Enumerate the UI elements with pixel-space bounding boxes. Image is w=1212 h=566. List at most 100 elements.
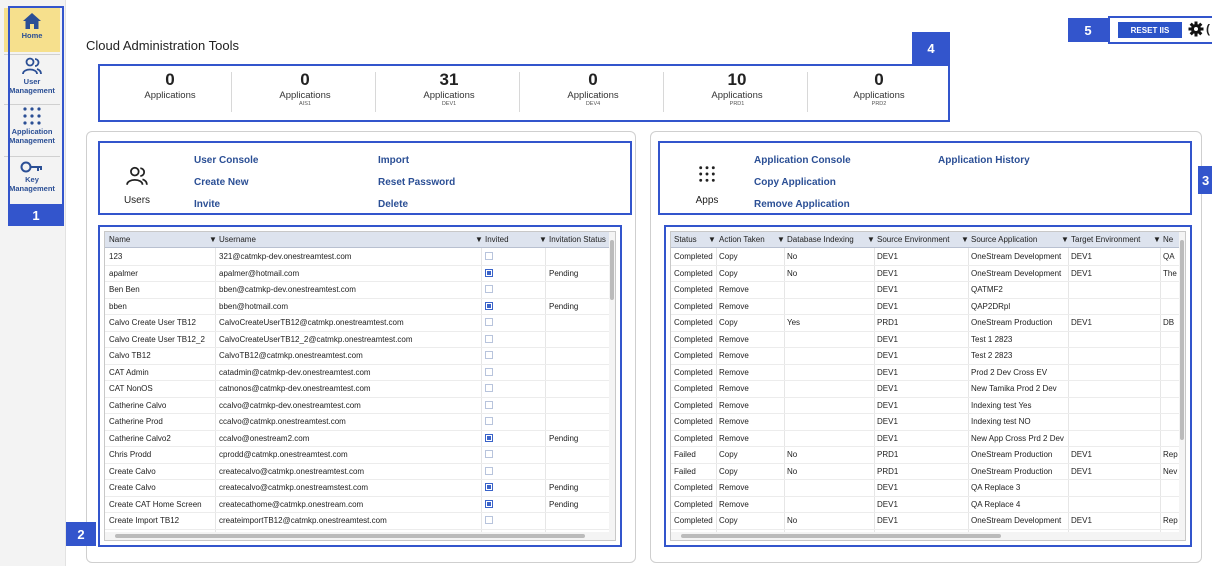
table-row[interactable]: Failed Copy No PRD1 OneStream Production DEV1… (671, 447, 1185, 464)
stat-card[interactable]: 0 Applications PRD2 (810, 70, 948, 118)
scrollbar-thumb[interactable] (681, 534, 1001, 538)
stat-card[interactable]: 0 Applications DEV4 (522, 70, 664, 118)
stat-card[interactable]: 10 Applications PRD1 (666, 70, 808, 118)
invited-checkbox[interactable] (485, 301, 493, 310)
import-link[interactable]: Import (378, 155, 409, 166)
invited-checkbox[interactable] (485, 417, 493, 425)
scrollbar-thumb[interactable] (610, 240, 614, 300)
nav-application-management[interactable]: Application Management (2, 106, 62, 152)
table-row[interactable]: Create Calvo createcalvo@catmkp.onestream… (105, 464, 615, 480)
remove-application-link[interactable]: Remove Application (754, 199, 850, 210)
stat-card[interactable]: 0 Applications (104, 70, 236, 118)
table-row[interactable]: Completed Remove DEV1 QA Replace 4 (671, 497, 1185, 513)
column-header-action-taken[interactable]: Action Taken (719, 235, 775, 244)
table-row[interactable]: Completed Remove DEV1 New Tamika Prod 2 Dev (671, 381, 1185, 398)
filter-icon[interactable]: ▼ (708, 235, 716, 244)
nav-key-management[interactable]: Key Management (2, 160, 62, 202)
invited-checkbox[interactable] (485, 433, 493, 442)
table-row[interactable]: Completed Remove DEV1 QA Replace 3 (671, 480, 1185, 497)
table-row[interactable]: Create Import TB12 createimportTB12@catmk… (105, 513, 615, 530)
column-header-source-application[interactable]: Source Application (971, 235, 1055, 244)
table-row[interactable]: Completed Remove DEV1 Indexing test Yes (671, 398, 1185, 414)
table-row[interactable]: Chris Prodd cprodd@catmkp.onestreamtest.c… (105, 447, 615, 464)
horizontal-scrollbar[interactable] (105, 532, 615, 540)
column-header-target-environment[interactable]: Target Environment (1071, 235, 1151, 244)
filter-icon[interactable]: ▼ (1153, 235, 1161, 244)
vertical-scrollbar[interactable] (1179, 232, 1185, 532)
table-row[interactable]: Catherine Calvo ccalvo@catmkp-dev.onestre… (105, 398, 615, 414)
user-console-link[interactable]: User Console (194, 155, 258, 166)
table-row[interactable]: Completed Remove DEV1 Test 1 2823 (671, 332, 1185, 348)
table-row[interactable]: Completed Remove DEV1 Prod 2 Dev Cross EV (671, 365, 1185, 381)
table-row[interactable]: CAT Admin catadmin@catmkp-dev.onestreamte… (105, 365, 615, 381)
invite-link[interactable]: Invite (194, 199, 220, 210)
filter-icon[interactable]: ▼ (539, 235, 547, 244)
column-header-status[interactable]: Status (674, 235, 708, 244)
reset-iis-button[interactable]: RESET IIS (1118, 22, 1182, 38)
table-row[interactable]: Create CAT Home Screen createcathome@catm… (105, 497, 615, 513)
application-console-link[interactable]: Application Console (754, 155, 851, 166)
column-header-username[interactable]: Username (219, 235, 469, 244)
invited-checkbox[interactable] (485, 351, 493, 359)
column-header-name[interactable]: Name (109, 235, 203, 244)
horizontal-scrollbar[interactable] (671, 532, 1185, 540)
delete-link[interactable]: Delete (378, 199, 408, 210)
table-row[interactable]: Catherine Calvo2 ccalvo@onestream2.com Pen… (105, 431, 615, 447)
table-row[interactable]: Calvo TB12 CalvoTB12@catmkp.onestreamtest… (105, 348, 615, 365)
filter-icon[interactable]: ▼ (961, 235, 969, 244)
invited-checkbox[interactable] (485, 367, 493, 376)
table-row[interactable]: Failed Copy No PRD1 OneStream Production DEV1… (671, 464, 1185, 480)
scrollbar-thumb[interactable] (1180, 240, 1184, 440)
application-history-link[interactable]: Application History (938, 155, 1030, 166)
table-row[interactable]: Catherine Prod ccalvo@catmkp.onestreamtes… (105, 414, 615, 431)
table-row[interactable]: Completed Copy No DEV1 OneStream Development… (671, 513, 1185, 530)
stat-card[interactable]: 31 Applications DEV1 (378, 70, 520, 118)
table-row[interactable]: Completed Copy No DEV1 OneStream Development… (671, 266, 1185, 282)
nav-user-management[interactable]: User Management (2, 56, 62, 102)
table-row[interactable]: Completed Remove DEV1 Indexing test NO (671, 414, 1185, 431)
invited-checkbox[interactable] (485, 252, 493, 260)
table-row[interactable]: apalmer apalmer@hotmail.com Pending (105, 266, 615, 282)
table-row[interactable]: Ben Ben bben@catmkp-dev.onestreamtest.com (105, 282, 615, 299)
invited-checkbox[interactable] (485, 285, 493, 293)
vertical-scrollbar[interactable] (609, 232, 615, 532)
table-row[interactable]: Create Calvo createcalvo@catmkp.onestream… (105, 480, 615, 497)
invited-checkbox[interactable] (485, 466, 493, 475)
table-row[interactable]: Completed Remove DEV1 QAP2DRpl (671, 299, 1185, 315)
column-header-invited[interactable]: Invited (485, 235, 535, 244)
table-row[interactable]: Completed Copy No DEV1 OneStream Development… (671, 249, 1185, 266)
table-row[interactable]: 123 321@catmkp-dev.onestreamtest.com (105, 249, 615, 266)
stat-card[interactable]: 0 Applications AIS1 (234, 70, 376, 118)
create-new-link[interactable]: Create New (194, 177, 248, 188)
table-row[interactable]: Completed Copy Yes PRD1 OneStream Production… (671, 315, 1185, 332)
invited-checkbox[interactable] (485, 516, 493, 524)
gear-icon[interactable] (1188, 21, 1204, 37)
invited-checkbox[interactable] (485, 268, 493, 277)
invited-checkbox[interactable] (485, 483, 493, 491)
table-row[interactable]: Calvo Create User TB12_2 CalvoCreateUserT… (105, 332, 615, 348)
column-header-source-environment[interactable]: Source Environment (877, 235, 961, 244)
filter-icon[interactable]: ▼ (867, 235, 875, 244)
filter-icon[interactable]: ▼ (475, 235, 483, 244)
table-row[interactable]: Completed Remove DEV1 New App Cross Prd 2 D… (671, 431, 1185, 447)
scrollbar-thumb[interactable] (115, 534, 585, 538)
column-header-database-indexing[interactable]: Database Indexing (787, 235, 871, 244)
table-row[interactable]: bben bben@hotmail.com Pending (105, 299, 615, 315)
invited-checkbox[interactable] (485, 400, 493, 409)
invited-checkbox[interactable] (485, 450, 493, 458)
table-row[interactable]: Completed Remove DEV1 QATMF2 (671, 282, 1185, 299)
table-row[interactable]: Completed Remove DEV1 Test 2 2823 (671, 348, 1185, 365)
invited-checkbox[interactable] (485, 334, 493, 343)
reset-password-link[interactable]: Reset Password (378, 177, 455, 188)
filter-icon[interactable]: ▼ (777, 235, 785, 244)
copy-application-link[interactable]: Copy Application (754, 177, 836, 188)
table-row[interactable]: CAT NonOS catnonos@catmkp-dev.onestreamte… (105, 381, 615, 398)
invited-checkbox[interactable] (485, 318, 493, 326)
table-row[interactable]: Calvo Create User TB12 CalvoCreateUserTB1… (105, 315, 615, 332)
column-header-invitation-status[interactable]: Invitation Status (549, 235, 613, 244)
invited-checkbox[interactable] (485, 499, 493, 508)
filter-icon[interactable]: ▼ (209, 235, 217, 244)
invited-checkbox[interactable] (485, 384, 493, 392)
nav-home[interactable]: Home (2, 8, 62, 52)
filter-icon[interactable]: ▼ (1061, 235, 1069, 244)
